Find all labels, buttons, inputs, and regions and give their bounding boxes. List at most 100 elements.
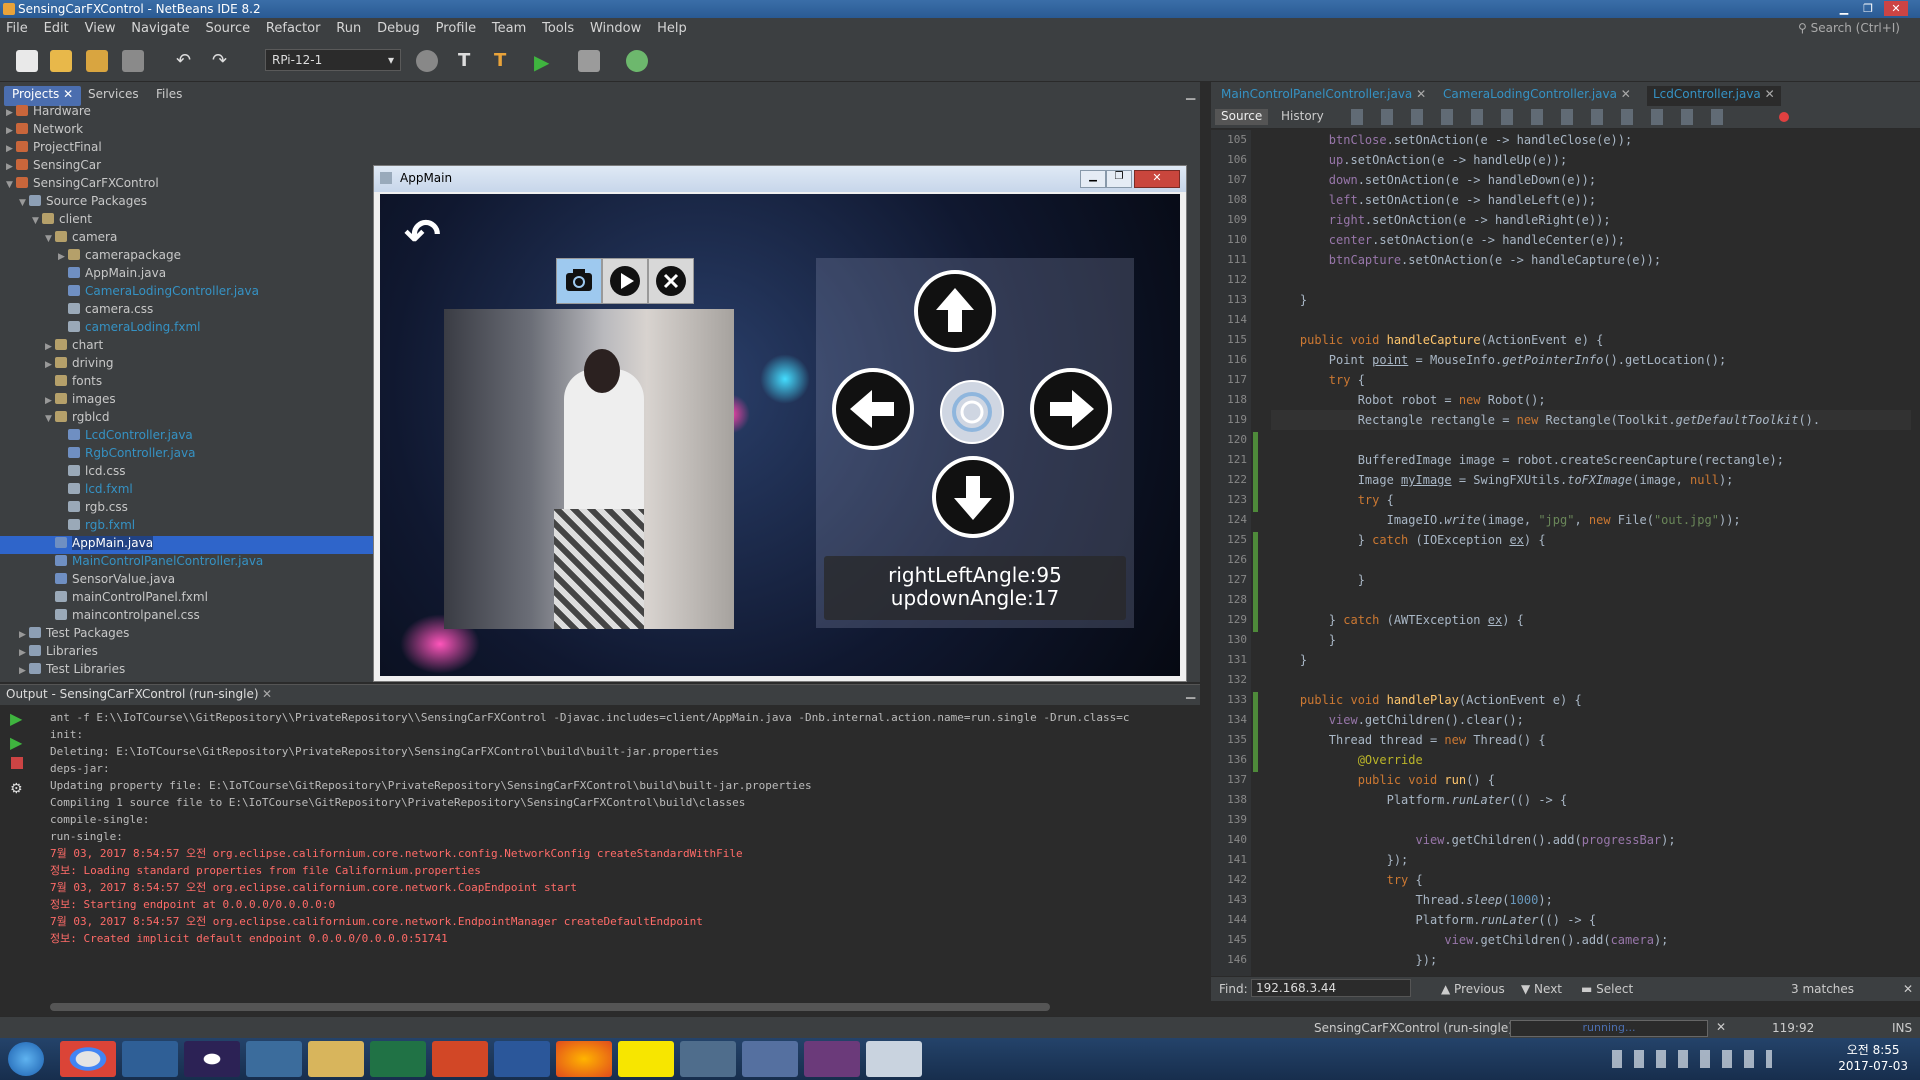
tab-projects[interactable]: Projects ✕ [4, 86, 82, 106]
tree-node[interactable]: ▶ camerapackage [58, 248, 181, 266]
cancel-task-icon[interactable]: ✕ [1716, 1020, 1726, 1034]
close-find-icon[interactable]: ✕ [1903, 982, 1913, 996]
new-project-icon[interactable] [50, 50, 72, 72]
menu-help[interactable]: Help [651, 18, 693, 36]
eclipse-icon[interactable] [184, 1041, 240, 1077]
tree-node[interactable]: lcd.fxml [58, 482, 133, 500]
menu-tools[interactable]: Tools [536, 18, 580, 36]
tree-node[interactable]: cameraLoding.fxml [58, 320, 200, 338]
expand-arrow-icon[interactable]: ▶ [6, 144, 16, 154]
undo-icon[interactable]: ↶ [176, 50, 198, 72]
output-text[interactable]: ant -f E:\\IoTCourse\\GitRepository\\Pri… [50, 709, 1190, 999]
tree-node[interactable]: CameraLodingController.java [58, 284, 259, 302]
expand-arrow-icon[interactable]: ▼ [19, 198, 29, 208]
tab-cameralodingcontroller[interactable]: CameraLodingController.java ✕ [1437, 86, 1637, 106]
close-tab-icon[interactable]: ✕ [1621, 87, 1631, 101]
menu-team[interactable]: Team [486, 18, 532, 36]
menu-refactor[interactable]: Refactor [260, 18, 327, 36]
word-icon[interactable] [494, 1041, 550, 1077]
expand-arrow-icon[interactable]: ▶ [6, 108, 16, 118]
back-arrow-icon[interactable]: ↶ [404, 210, 441, 261]
close-tab-icon[interactable]: ✕ [1416, 87, 1426, 101]
debug-icon[interactable] [578, 50, 600, 72]
tree-node[interactable]: ▼ camera [45, 230, 117, 248]
tree-node[interactable]: rgb.css [58, 500, 128, 518]
stop-camera-button[interactable] [648, 258, 694, 304]
close-output-icon[interactable]: ✕ [262, 687, 272, 701]
right-button[interactable] [1030, 368, 1112, 450]
clean-build-icon[interactable]: T [494, 50, 516, 72]
start-button[interactable] [8, 1042, 44, 1076]
expand-arrow-icon[interactable]: ▼ [6, 180, 16, 190]
play-button[interactable] [602, 258, 648, 304]
tree-node[interactable]: ▶ driving [45, 356, 114, 374]
menu-view[interactable]: View [79, 18, 122, 36]
run-icon[interactable]: ▶ [534, 50, 556, 74]
tree-node[interactable]: AppMain.java [0, 536, 417, 554]
tree-node[interactable]: lcd.css [58, 464, 125, 482]
expand-arrow-icon[interactable]: ▶ [45, 396, 55, 406]
tree-node[interactable]: ▼ SensingCarFXControl [6, 176, 159, 194]
target-icon[interactable] [416, 50, 438, 72]
expand-arrow-icon[interactable]: ▶ [6, 162, 16, 172]
tree-node[interactable]: ▼ client [32, 212, 92, 230]
settings-icon[interactable]: ⚙ [10, 781, 23, 797]
tree-node[interactable]: ▶ Libraries [19, 644, 98, 662]
file-explorer-icon[interactable] [308, 1041, 364, 1077]
menu-profile[interactable]: Profile [430, 18, 482, 36]
tree-node[interactable]: SensorValue.java [45, 572, 175, 590]
tree-node[interactable]: MainControlPanelController.java [45, 554, 263, 572]
tree-node[interactable]: RgbController.java [58, 446, 195, 464]
expand-arrow-icon[interactable]: ▶ [6, 126, 16, 136]
find-previous-button[interactable]: ▲ Previous [1441, 982, 1505, 996]
expand-arrow-icon[interactable]: ▼ [32, 216, 42, 226]
close-tab-icon[interactable]: ✕ [1765, 87, 1775, 101]
powerpoint-icon[interactable] [432, 1041, 488, 1077]
tree-node[interactable]: ▼ rgblcd [45, 410, 110, 428]
source-tab[interactable]: Source [1215, 109, 1269, 125]
profile-icon[interactable] [626, 50, 648, 72]
tree-node[interactable]: ▶ ProjectFinal [6, 140, 102, 158]
tree-node[interactable]: ▶ Network [6, 122, 83, 140]
tab-files[interactable]: Files [148, 86, 190, 106]
find-next-button[interactable]: ▼ Next [1521, 982, 1562, 996]
taskbar-clock[interactable]: 오전 8:55 2017-07-03 [1838, 1042, 1908, 1074]
down-button[interactable] [932, 456, 1014, 538]
tree-node[interactable]: fonts [45, 374, 102, 392]
expand-arrow-icon[interactable]: ▶ [19, 666, 29, 676]
remote-desktop-icon[interactable] [680, 1041, 736, 1077]
java-ee-ide-icon[interactable] [804, 1041, 860, 1077]
tree-node[interactable]: ▶ images [45, 392, 116, 410]
kakaotalk-icon[interactable] [618, 1041, 674, 1077]
tree-node[interactable]: rgb.fxml [58, 518, 135, 536]
appmain-maximize-button[interactable]: ❐ [1106, 170, 1132, 188]
code-area[interactable]: btnClose.setOnAction(e -> handleClose(e)… [1271, 130, 1911, 976]
tree-node[interactable]: mainControlPanel.fxml [45, 590, 208, 608]
expand-arrow-icon[interactable]: ▼ [45, 234, 55, 244]
tree-node[interactable]: ▶ SensingCar [6, 158, 101, 176]
redo-icon[interactable]: ↷ [212, 50, 234, 72]
history-tab[interactable]: History [1275, 109, 1330, 125]
find-select-button[interactable]: ▬ Select [1581, 982, 1633, 996]
tab-lcdcontroller[interactable]: LcdController.java ✕ [1647, 86, 1781, 106]
tree-node[interactable]: LcdController.java [58, 428, 193, 446]
save-all-icon[interactable] [122, 50, 144, 72]
media-player-icon[interactable] [246, 1041, 302, 1077]
excel-icon[interactable] [370, 1041, 426, 1077]
menu-edit[interactable]: Edit [38, 18, 75, 36]
progress-bar[interactable]: running... [1510, 1020, 1708, 1037]
capture-button[interactable] [556, 258, 602, 304]
quick-search-input[interactable]: ⚲ Search (Ctrl+I) [1798, 21, 1900, 35]
close-button[interactable]: ✕ [1884, 1, 1908, 16]
configuration-select[interactable]: RPi-12-1 ▾ [265, 49, 401, 71]
expand-arrow-icon[interactable]: ▶ [19, 630, 29, 640]
editor-action-icons[interactable] [1351, 109, 1731, 125]
up-button[interactable] [914, 270, 996, 352]
menu-run[interactable]: Run [330, 18, 367, 36]
menu-source[interactable]: Source [199, 18, 256, 36]
tab-maincontrolpanelcontroller[interactable]: MainControlPanelController.java ✕ [1215, 86, 1432, 106]
menu-debug[interactable]: Debug [371, 18, 426, 36]
firefox-icon[interactable] [556, 1041, 612, 1077]
tree-node[interactable]: camera.css [58, 302, 153, 320]
virtualbox-icon[interactable] [122, 1041, 178, 1077]
